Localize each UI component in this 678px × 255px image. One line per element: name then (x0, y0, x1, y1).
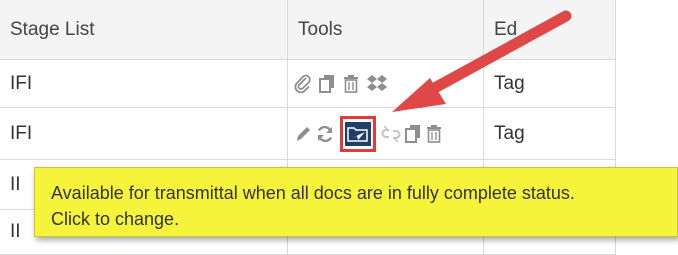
tooltip-line-1: Available for transmittal when all docs … (51, 183, 575, 203)
tooltip-line-2: Click to change. (51, 209, 180, 229)
transmittal-tooltip: Available for transmittal when all docs … (34, 167, 678, 237)
